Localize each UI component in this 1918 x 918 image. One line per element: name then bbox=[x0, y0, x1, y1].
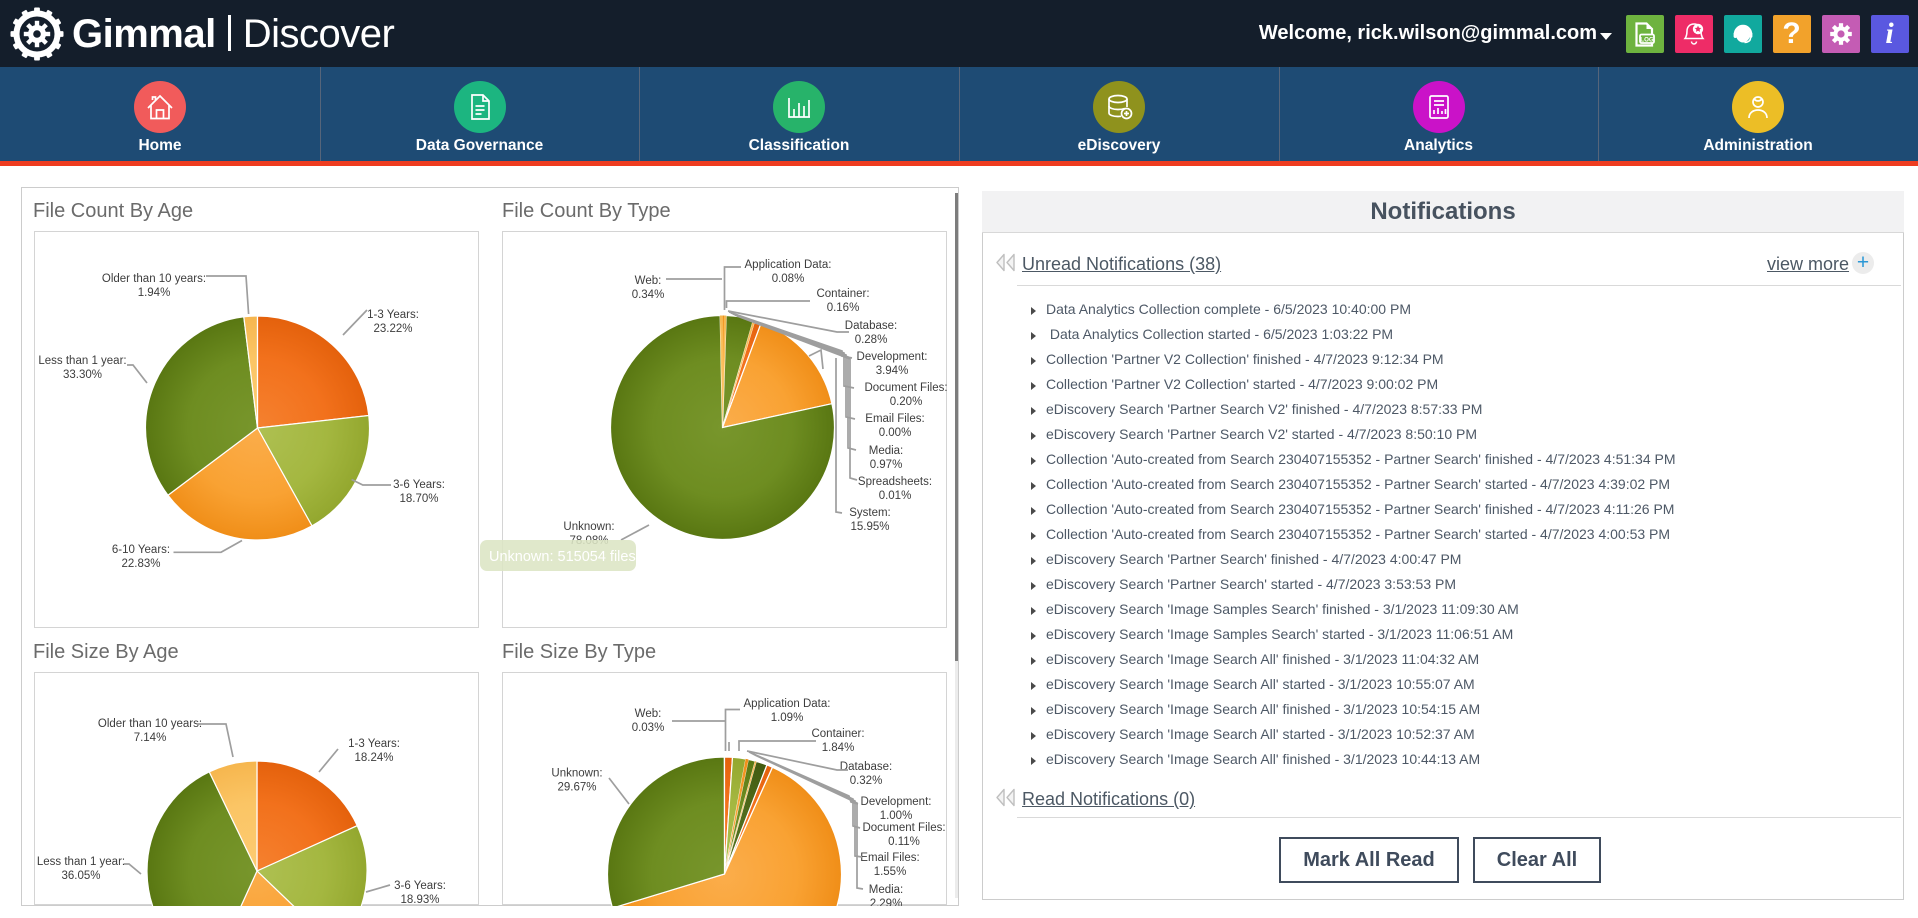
svg-text:1-3 Years:18.24%: 1-3 Years:18.24% bbox=[348, 738, 400, 764]
svg-text:Container:1.84%: Container:1.84% bbox=[811, 728, 864, 754]
svg-text:Spreadsheets:0.01%: Spreadsheets:0.01% bbox=[858, 476, 932, 502]
svg-text:Web:0.03%: Web:0.03% bbox=[632, 708, 665, 734]
svg-text:Document Files:0.11%: Document Files:0.11% bbox=[862, 822, 945, 848]
svg-text:Database:0.28%: Database:0.28% bbox=[845, 320, 897, 346]
svg-text:LOG: LOG bbox=[1640, 36, 1654, 43]
svg-text:3-6 Years:18.70%: 3-6 Years:18.70% bbox=[393, 479, 445, 505]
svg-text:Container:0.16%: Container:0.16% bbox=[816, 288, 869, 314]
svg-text:Email Files:1.55%: Email Files:1.55% bbox=[860, 852, 919, 878]
svg-text:Development:1.00%: Development:1.00% bbox=[861, 796, 932, 822]
svg-text:Unknown: 515054 files: Unknown: 515054 files bbox=[489, 549, 636, 565]
svg-text:Web:0.34%: Web:0.34% bbox=[632, 275, 665, 301]
svg-text:Development:3.94%: Development:3.94% bbox=[857, 351, 928, 377]
svg-text:6-10 Years:22.83%: 6-10 Years:22.83% bbox=[112, 544, 170, 570]
svg-text:Media:0.97%: Media:0.97% bbox=[869, 445, 904, 471]
svg-text:Less than 1 year:33.30%: Less than 1 year:33.30% bbox=[38, 355, 126, 381]
svg-text:Unknown:29.67%: Unknown:29.67% bbox=[551, 768, 602, 794]
svg-text:Application Data:1.09%: Application Data:1.09% bbox=[744, 698, 831, 724]
svg-text:Older than 10 years:7.14%: Older than 10 years:7.14% bbox=[98, 718, 202, 744]
svg-text:System:15.95%: System:15.95% bbox=[849, 507, 891, 533]
svg-text:Application Data:0.08%: Application Data:0.08% bbox=[745, 259, 832, 285]
svg-text:Older than 10 years:1.94%: Older than 10 years:1.94% bbox=[102, 273, 206, 299]
svg-text:Email Files:0.00%: Email Files:0.00% bbox=[865, 413, 924, 439]
svg-text:3-6 Years:18.93%: 3-6 Years:18.93% bbox=[394, 880, 446, 906]
svg-text:Less than 1 year:36.05%: Less than 1 year:36.05% bbox=[37, 856, 125, 882]
svg-text:1-3 Years:23.22%: 1-3 Years:23.22% bbox=[367, 309, 419, 335]
svg-text:Media:2.29%: Media:2.29% bbox=[869, 884, 904, 906]
svg-text:Document Files:0.20%: Document Files:0.20% bbox=[864, 382, 947, 408]
svg-text:Database:0.32%: Database:0.32% bbox=[840, 761, 892, 787]
